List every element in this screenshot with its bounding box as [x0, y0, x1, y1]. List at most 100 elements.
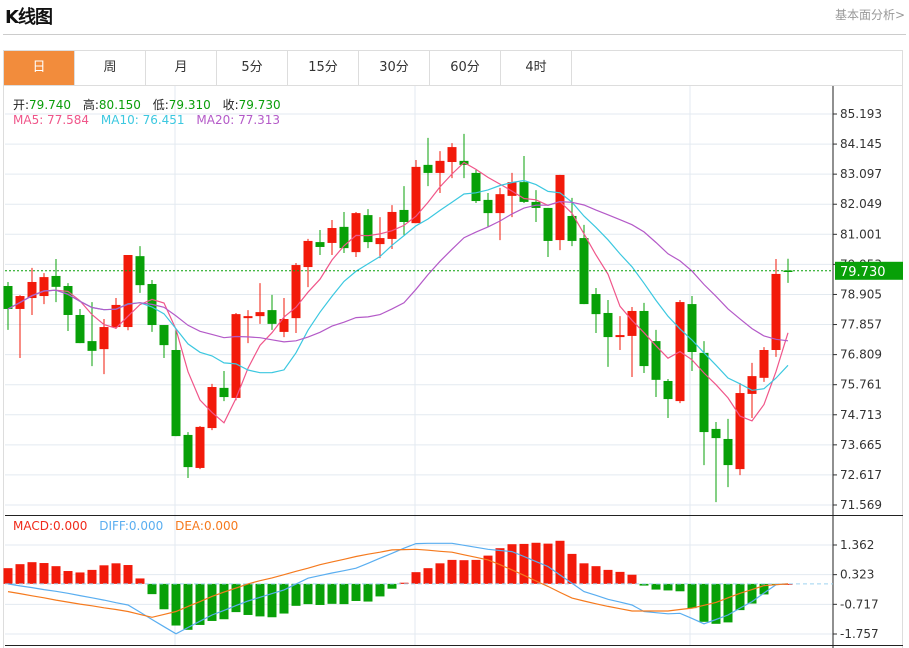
candle-body — [3, 285, 13, 309]
candle-body — [87, 341, 97, 351]
price-tick-label: 82.049 — [840, 197, 882, 211]
macd-bar — [3, 568, 13, 584]
ohlc-info: 开:79.740 高:80.150 低:79.310 收:79.730 — [13, 96, 289, 113]
candle-body — [303, 240, 313, 268]
candle — [159, 325, 169, 359]
price-tick-label: 84.145 — [840, 137, 882, 151]
candle — [483, 193, 493, 227]
macd-bar — [507, 544, 517, 584]
macd-bar — [567, 553, 577, 584]
candle — [663, 378, 673, 419]
candle — [591, 288, 601, 334]
candle-body — [363, 215, 373, 243]
candle-body — [723, 438, 733, 466]
candle — [399, 186, 409, 235]
candle — [339, 211, 349, 253]
ma5-value: MA5: 77.584 — [13, 113, 90, 127]
candle — [63, 283, 73, 332]
macd-bar — [579, 563, 589, 584]
candle-body — [207, 387, 217, 429]
macd-bar — [471, 559, 481, 584]
candle — [75, 308, 85, 344]
candle-body — [687, 304, 697, 353]
macd-bar — [699, 583, 709, 622]
candle-body — [267, 310, 277, 324]
price-tick-label: 75.761 — [840, 378, 882, 392]
candle — [183, 432, 193, 478]
macd-bar — [111, 563, 121, 584]
macd-bar — [315, 583, 325, 605]
dea-value: DEA:0.000 — [175, 519, 239, 533]
candle-body — [63, 285, 73, 315]
candle — [363, 209, 373, 249]
candle — [231, 312, 241, 401]
candle-body — [615, 335, 625, 338]
open-value: 79.740 — [29, 98, 72, 112]
candle-body — [603, 312, 613, 338]
candle-body — [639, 310, 649, 367]
macd-bar — [435, 563, 445, 584]
candle — [411, 160, 421, 224]
candle — [471, 170, 481, 204]
price-tick-label: 81.001 — [840, 227, 882, 241]
candle-body — [219, 387, 229, 398]
candle-body — [447, 147, 457, 163]
ma-info: MA5: 77.584 MA10: 76.451 MA20: 77.313 — [13, 113, 288, 127]
candle — [579, 224, 589, 305]
macd-bar — [87, 569, 97, 584]
close-value: 79.730 — [238, 98, 281, 112]
candle-body — [243, 316, 253, 319]
candle-body — [759, 349, 769, 378]
candle — [783, 258, 793, 283]
candle-body — [543, 207, 553, 241]
candle — [723, 418, 733, 488]
macd-bar — [519, 543, 529, 584]
macd-bar — [663, 583, 673, 591]
candle-body — [75, 314, 85, 344]
candle-body — [399, 209, 409, 222]
macd-bar — [675, 583, 685, 592]
macd-bar — [387, 583, 397, 589]
candle — [219, 370, 229, 402]
open-label: 开: — [13, 98, 30, 112]
candle — [207, 383, 217, 431]
candle — [99, 318, 109, 375]
candle — [375, 217, 385, 259]
high-label: 高: — [82, 98, 99, 112]
diff-value: DIFF:0.000 — [99, 519, 164, 533]
macd-bar — [363, 583, 373, 602]
macd-bar — [255, 583, 265, 617]
candle-body — [435, 160, 445, 173]
candle — [759, 347, 769, 382]
candle-body — [39, 277, 49, 297]
candle — [543, 207, 553, 258]
macd-tick-label: 1.362 — [840, 538, 874, 552]
candle-body — [495, 194, 505, 214]
ma10-value: MA10: 76.451 — [100, 113, 185, 127]
candle-body — [711, 428, 721, 439]
candle-body — [315, 242, 325, 247]
candle-body — [159, 325, 169, 346]
candle-body — [351, 213, 361, 253]
candle — [603, 300, 613, 367]
candle-body — [339, 226, 349, 249]
macd-bar — [327, 583, 337, 604]
price-tick-label: 76.809 — [840, 348, 882, 362]
macd-tick-label: 0.323 — [840, 568, 874, 582]
candle-body — [699, 352, 709, 433]
candle-body — [195, 426, 205, 468]
macd-bar — [543, 543, 553, 584]
macd-bar — [687, 583, 697, 609]
candle-body — [135, 256, 145, 286]
macd-bar — [459, 560, 469, 584]
candle-body — [483, 199, 493, 214]
candle-body — [747, 376, 757, 394]
macd-bar — [171, 583, 181, 626]
macd-bar — [27, 562, 37, 584]
macd-bar — [63, 571, 73, 584]
candle — [171, 329, 181, 437]
price-tick-label: 74.713 — [840, 408, 882, 422]
macd-bar — [135, 578, 145, 584]
macd-tick-label: -1.757 — [840, 627, 879, 641]
price-tick-label: 77.857 — [840, 318, 882, 332]
